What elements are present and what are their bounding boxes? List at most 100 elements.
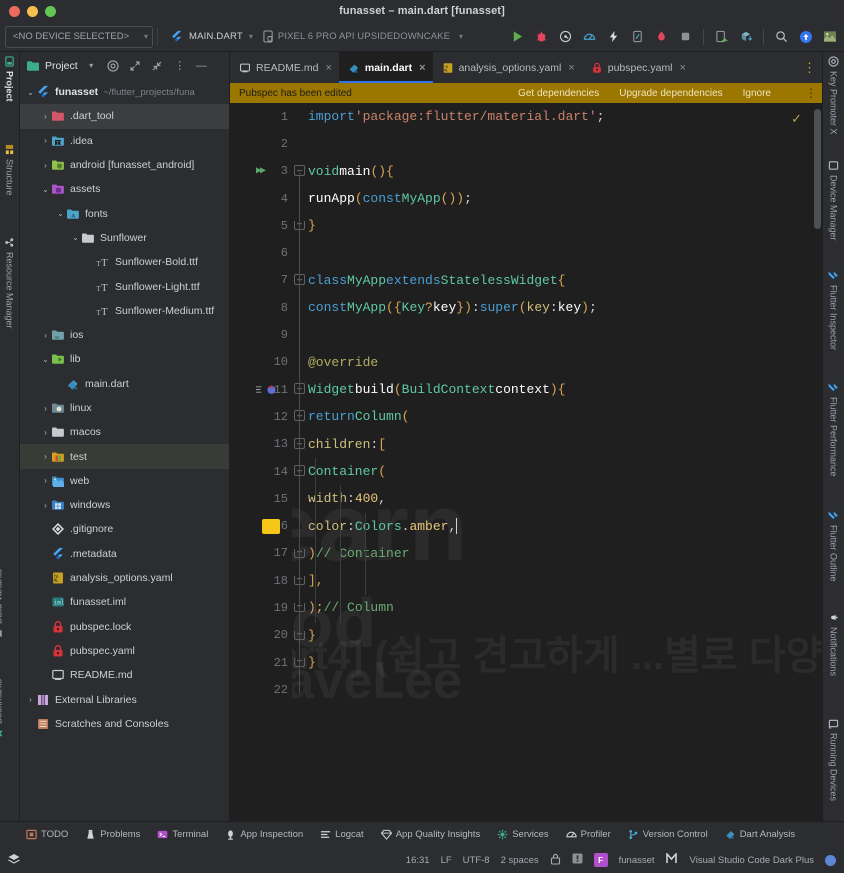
get-dependencies-link[interactable]: Get dependencies (518, 88, 599, 99)
chevron-right-icon[interactable]: › (40, 404, 51, 413)
branch-badge[interactable]: F (593, 853, 608, 867)
file-encoding[interactable]: UTF-8 (463, 855, 490, 866)
line-number[interactable]: 2 (230, 130, 292, 157)
profile-icon[interactable] (555, 26, 576, 47)
lock-icon[interactable] (550, 853, 561, 868)
chevron-down-icon[interactable]: ⌄ (70, 233, 81, 242)
chevron-right-icon[interactable]: › (40, 331, 51, 340)
line-number[interactable]: 16 (230, 512, 292, 539)
fold-marker-row[interactable]: – (292, 622, 308, 649)
fold-marker-row[interactable] (292, 103, 308, 130)
chevron-right-icon[interactable]: › (40, 136, 51, 145)
fold-marker-row[interactable] (292, 676, 308, 703)
tree-item-pubspec-lock[interactable]: pubspec.lock (20, 615, 229, 639)
line-number[interactable]: 22 (230, 676, 292, 703)
sidebar-item-device-manager[interactable]: Device Manager (828, 160, 839, 241)
fold-marker-row[interactable] (292, 349, 308, 376)
chevron-right-icon[interactable]: › (40, 428, 51, 437)
sidebar-item-build-variants[interactable]: Build Variants (0, 569, 4, 639)
line-number[interactable]: 12 (230, 403, 292, 430)
editor-gutter[interactable]: 1 2 ▶▶ 3 4 5 6 7 8 9 10 11 12 13 14 15 16 17 18 19 20 21 22 (230, 103, 292, 821)
code-folding-column[interactable]: –––––––––––– (292, 103, 308, 821)
fold-marker-row[interactable]: – (292, 594, 308, 621)
tree-item-test[interactable]: › test (20, 444, 229, 469)
tree-item-fonts[interactable]: ⌄ Afonts (20, 201, 229, 225)
layers-icon[interactable] (7, 852, 21, 869)
fold-marker-row[interactable] (292, 321, 308, 348)
device-target-selector[interactable]: PIXEL 6 PRO API UPSIDEDOWNCAKE ▾ (263, 30, 463, 43)
code-content[interactable]: import 'package:flutter/material.dart'; v… (308, 103, 822, 821)
tree-item-main-dart[interactable]: main.dart (20, 372, 229, 396)
close-tab-icon[interactable]: × (680, 62, 686, 74)
sidebar-item-running-devices[interactable]: Running Devices (828, 718, 839, 801)
editor-tab-analysis-options-yaml[interactable]: YA ML analysis_options.yaml × (433, 52, 582, 83)
caret-position[interactable]: 16:31 (406, 855, 430, 866)
chevron-right-icon[interactable]: › (25, 695, 36, 704)
fold-marker-row[interactable]: – (292, 649, 308, 676)
tool-window-profiler[interactable]: Profiler (566, 829, 611, 840)
tool-window-todo[interactable]: TODO (26, 829, 68, 840)
fold-marker-row[interactable] (292, 512, 308, 539)
tree-item-macos[interactable]: › macos (20, 420, 229, 444)
editor-tab-readme-md[interactable]: README.md × (230, 52, 339, 83)
fold-marker-row[interactable]: – (292, 212, 308, 239)
collapse-icon[interactable] (149, 57, 166, 74)
code-line[interactable]: import 'package:flutter/material.dart'; (308, 103, 822, 130)
tree-item--idea[interactable]: › IJ .idea (20, 129, 229, 153)
chevron-down-icon[interactable]: ⌄ (40, 355, 51, 364)
code-line[interactable]: class MyApp extends StatelessWidget { (308, 267, 822, 294)
code-line[interactable]: color: Colors. amber, (308, 512, 822, 539)
fold-marker-row[interactable] (292, 185, 308, 212)
code-line[interactable] (308, 321, 822, 348)
tool-window-services[interactable]: Services (497, 829, 549, 840)
line-separator[interactable]: LF (441, 855, 452, 866)
code-line[interactable]: ); // Column (308, 594, 822, 621)
search-icon[interactable] (771, 26, 792, 47)
code-line[interactable]: ) // Container (308, 540, 822, 567)
tool-window-terminal[interactable]: Terminal (157, 829, 208, 840)
tool-window-version-control[interactable]: Version Control (628, 829, 708, 840)
indent-setting[interactable]: 2 spaces (501, 855, 539, 866)
status-indicator[interactable] (825, 854, 836, 866)
tree-item--gitignore[interactable]: .gitignore (20, 517, 229, 541)
performance-icon[interactable] (579, 26, 600, 47)
line-number[interactable]: ▶▶ 3 (230, 158, 292, 185)
tab-options-icon[interactable]: ⋮ (796, 52, 822, 83)
code-line[interactable]: Container( (308, 458, 822, 485)
updates-icon[interactable] (795, 26, 816, 47)
code-line[interactable]: @override (308, 349, 822, 376)
chevron-down-icon[interactable]: ⌄ (25, 88, 36, 97)
dart-devtools-icon[interactable] (735, 26, 756, 47)
line-number[interactable]: 20 (230, 622, 292, 649)
run-icon[interactable] (507, 26, 528, 47)
code-line[interactable]: ], (308, 567, 822, 594)
line-number[interactable]: 13 (230, 431, 292, 458)
line-number[interactable]: 4 (230, 185, 292, 212)
device-selector[interactable]: <NO DEVICE SELECTED> ▾ (5, 25, 153, 48)
tool-window-app-quality-insights[interactable]: App Quality Insights (380, 829, 480, 840)
fold-marker-row[interactable]: – (292, 158, 308, 185)
expand-icon[interactable] (127, 57, 144, 74)
code-line[interactable]: width: 400, (308, 485, 822, 512)
line-number[interactable]: 5 (230, 212, 292, 239)
fold-marker-row[interactable] (292, 130, 308, 157)
line-number[interactable]: 11 (230, 376, 292, 403)
hide-icon[interactable]: — (193, 57, 210, 74)
chevron-right-icon[interactable]: › (40, 161, 51, 170)
sidebar-item-flutter-inspector[interactable]: Flutter Inspector (828, 270, 839, 350)
upgrade-dependencies-link[interactable]: Upgrade dependencies (619, 88, 722, 99)
editor-scrollbar[interactable] (814, 109, 821, 229)
theme-name[interactable]: Visual Studio Code Dark Plus (690, 855, 814, 866)
code-line[interactable] (308, 130, 822, 157)
code-line[interactable]: children: [ (308, 431, 822, 458)
chevron-right-icon[interactable]: › (40, 452, 51, 461)
sidebar-item-project[interactable]: Project (4, 56, 15, 102)
tree-item-ios[interactable]: › os ios (20, 323, 229, 347)
sidebar-item-flutter-performance[interactable]: Flutter Performance (828, 382, 839, 477)
tree-item-pubspec-yaml[interactable]: pubspec.yaml (20, 639, 229, 663)
chevron-down-icon[interactable]: ▾ (83, 57, 100, 74)
code-editor[interactable]: learnoodPart4] (쉽고 견고하게 ...별로 다양한 프로젝Dav… (230, 103, 822, 821)
code-line[interactable]: } (308, 212, 822, 239)
sidebar-item-notifications[interactable]: Notifications (828, 612, 839, 676)
line-number[interactable]: 6 (230, 239, 292, 266)
